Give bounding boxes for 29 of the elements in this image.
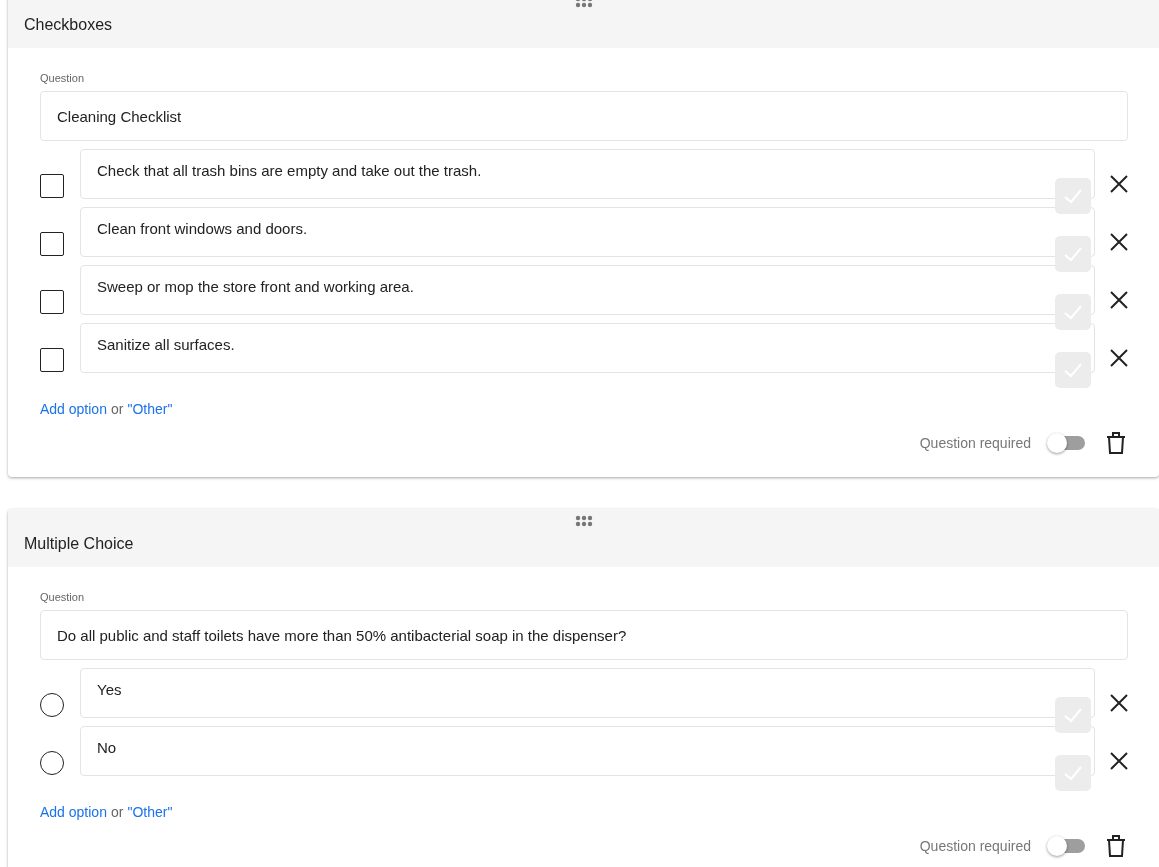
required-toggle[interactable] (1049, 839, 1085, 853)
required-label: Question required (919, 435, 1031, 451)
option-field[interactable]: Check that all trash bins are empty and take out the trash. (80, 149, 1095, 199)
question-type-title: Multiple Choice (24, 535, 134, 553)
question-type-title: Checkboxes (24, 16, 113, 34)
trash-icon[interactable] (1105, 431, 1127, 455)
checkbox[interactable] (40, 290, 64, 314)
option-field[interactable]: Clean front windows and doors. (80, 207, 1095, 257)
or-text: or (110, 804, 124, 820)
add-other-link[interactable]: "Other" (127, 401, 173, 417)
option-field[interactable]: Sweep or mop the store front and working area. (80, 265, 1095, 315)
checkbox[interactable] (40, 348, 64, 372)
required-toggle[interactable] (1049, 436, 1085, 450)
add-other-link[interactable]: "Other" (127, 804, 173, 820)
required-label: Question required (919, 838, 1031, 854)
trash-icon[interactable] (1105, 834, 1127, 858)
option-field[interactable]: Yes (80, 668, 1095, 718)
option-field[interactable]: Sanitize all surfaces. (80, 323, 1095, 373)
or-text: or (110, 401, 124, 417)
checkbox[interactable] (40, 232, 64, 256)
question-field[interactable]: Cleaning Checklist (40, 91, 1128, 141)
add-option-link[interactable]: Add option (40, 401, 107, 417)
field-label: Question (40, 591, 86, 603)
field-label: Question (40, 72, 86, 84)
option-field[interactable]: No (80, 726, 1095, 776)
checkbox[interactable] (40, 174, 64, 198)
question-field[interactable]: Do all public and staff toilets have more than 50% antibacterial soap in the dispenser? (40, 610, 1128, 660)
drag-handle-icon[interactable] (574, 515, 594, 527)
add-option-link[interactable]: Add option (40, 804, 107, 820)
